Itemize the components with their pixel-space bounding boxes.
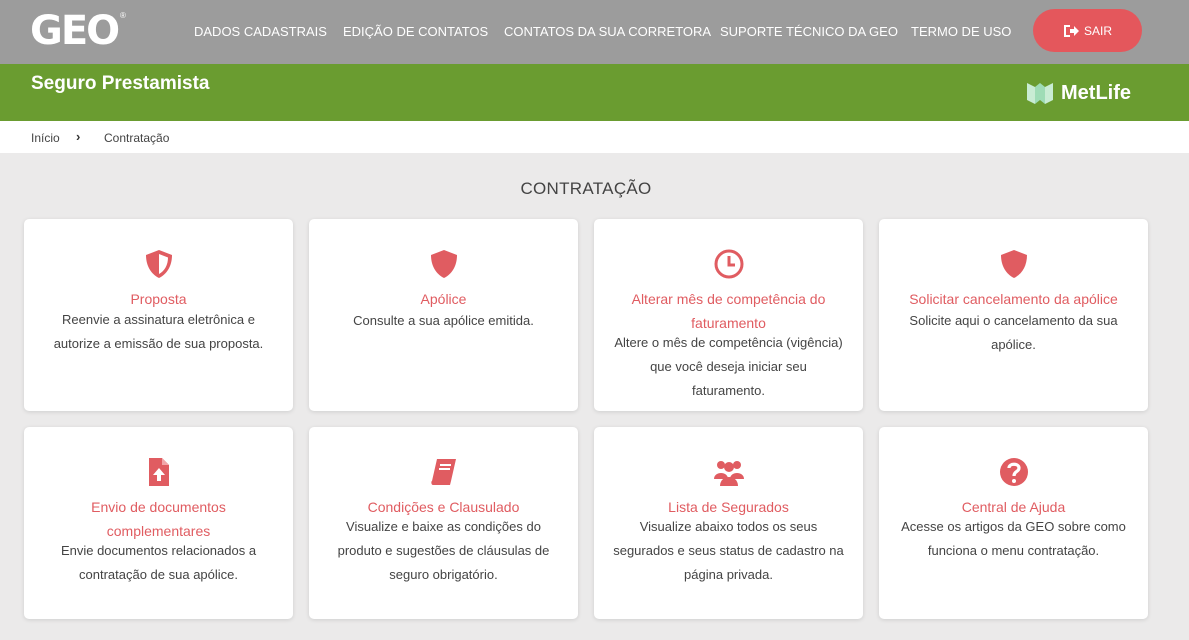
logout-label: SAIR: [1083, 23, 1112, 38]
card-description: Altere o mês de competência (vigência) q…: [614, 335, 843, 398]
card-description: Visualize e baixe as condições do produt…: [337, 519, 550, 582]
card-description: Acesse os artigos da GEO sobre como func…: [901, 519, 1126, 558]
product-banner: Seguro Prestamista MetLife: [0, 64, 1189, 121]
page-title: CONTRATAÇÃO: [520, 179, 652, 198]
card-title: Apólice: [420, 291, 467, 307]
book-icon: [309, 456, 578, 488]
card-title: Alterar mês de competência do faturament…: [631, 291, 826, 331]
card-apolice[interactable]: Apólice Consulte a sua apólice emitida.: [309, 219, 578, 411]
registered-mark: ®: [120, 11, 126, 20]
sign-out-icon: [1063, 24, 1079, 37]
card-cancelamento[interactable]: Solicitar cancelamento da apólice Solici…: [879, 219, 1148, 411]
card-central-ajuda[interactable]: Central de Ajuda Acesse os artigos da GE…: [879, 427, 1148, 619]
card-lista-segurados[interactable]: Lista de Segurados Visualize abaixo todo…: [594, 427, 863, 619]
nav-termo-de-uso[interactable]: TERMO DE USO: [911, 24, 1011, 39]
geo-logo-text: GEO: [30, 8, 120, 54]
breadcrumb-current: Contratação: [104, 131, 170, 145]
card-proposta[interactable]: Proposta Reenvie a assinatura eletrônica…: [24, 219, 293, 411]
card-envio-documentos[interactable]: Envio de documentos complementares Envie…: [24, 427, 293, 619]
card-description: Envie documentos relacionados a contrata…: [60, 543, 257, 582]
geo-logo[interactable]: GEO ®: [30, 8, 126, 54]
top-navbar: GEO ® DADOS CADASTRAIS EDIÇÃO DE CONTATO…: [0, 0, 1189, 64]
card-condicoes-clausulado[interactable]: Condições e Clausulado Visualize e baixe…: [309, 427, 578, 619]
card-title: Solicitar cancelamento da apólice: [909, 291, 1118, 307]
shield-icon: [309, 248, 578, 280]
card-description: Solicite aqui o cancelamento da sua apól…: [909, 313, 1118, 352]
nav-contatos-da-corretora[interactable]: CONTATOS DA SUA CORRETORA: [504, 24, 711, 39]
breadcrumb-home[interactable]: Início: [31, 131, 60, 145]
clock-icon: [594, 248, 863, 280]
card-title: Envio de documentos complementares: [91, 499, 226, 539]
shield-half-icon: [24, 248, 293, 280]
product-title: Seguro Prestamista: [31, 73, 210, 94]
breadcrumb: Início › Contratação: [0, 121, 1189, 153]
nav-suporte-tecnico[interactable]: SUPORTE TÉCNICO DA GEO: [720, 24, 898, 39]
card-description: Consulte a sua apólice emitida.: [353, 313, 534, 328]
shield-icon: [879, 248, 1148, 280]
metlife-logo: MetLife: [1026, 81, 1131, 105]
metlife-logo-text: MetLife: [1061, 81, 1131, 104]
users-icon: [594, 456, 863, 488]
card-alterar-competencia[interactable]: Alterar mês de competência do faturament…: [594, 219, 863, 411]
logout-button[interactable]: SAIR: [1033, 9, 1142, 52]
card-description: Visualize abaixo todos os seus segurados…: [613, 519, 844, 582]
card-description: Reenvie a assinatura eletrônica e autori…: [53, 312, 264, 351]
chevron-right-icon: ›: [76, 129, 81, 144]
nav-edicao-de-contatos[interactable]: EDIÇÃO DE CONTATOS: [343, 24, 488, 39]
nav-dados-cadastrais[interactable]: DADOS CADASTRAIS: [194, 24, 327, 39]
file-upload-icon: [24, 456, 293, 488]
question-circle-icon: [879, 456, 1148, 488]
metlife-mark-icon: [1027, 83, 1053, 104]
